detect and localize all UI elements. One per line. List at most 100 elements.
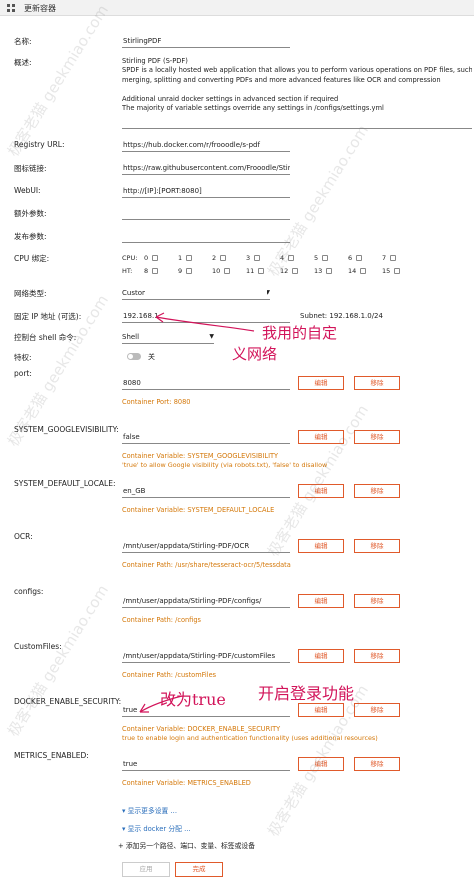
- cpu-checkbox-2[interactable]: 2: [212, 254, 227, 262]
- plus-icon: +: [118, 842, 126, 850]
- watermark: 极客老猫 geekmiao.com: [3, 1, 113, 160]
- redaction-box: [145, 287, 267, 299]
- default-locale-input[interactable]: en_GB: [122, 485, 290, 498]
- cpu-checkbox-11[interactable]: 11: [246, 267, 265, 275]
- google-visibility-input[interactable]: false: [122, 431, 290, 444]
- checkbox-icon: [152, 255, 159, 261]
- security-edit-button[interactable]: 编辑: [298, 703, 344, 717]
- cpu-checkbox-5[interactable]: 5: [314, 254, 329, 262]
- icon-url-input[interactable]: https://raw.githubusercontent.com/Froood…: [122, 162, 290, 175]
- google-remove-button[interactable]: 移除: [354, 430, 400, 444]
- show-docker-allocations-link[interactable]: ▾ 显示 docker 分配 ...: [122, 823, 191, 833]
- show-more-settings-link[interactable]: ▾ 显示更多设置 ...: [122, 805, 177, 815]
- add-another-link[interactable]: + 添加另一个路径、端口、变量、标签或设备: [118, 840, 255, 850]
- cpu-checkbox-6[interactable]: 6: [348, 254, 363, 262]
- overview-line: The majority of variable settings overri…: [122, 104, 384, 113]
- metrics-edit-button[interactable]: 编辑: [298, 757, 344, 771]
- network-type-label: 网络类型:: [14, 289, 47, 298]
- cpu-number: 11: [246, 267, 255, 275]
- cpu-checkbox-14[interactable]: 14: [348, 267, 367, 275]
- extra-params-label: 额外参数:: [14, 209, 47, 218]
- cpu-number: 13: [314, 267, 323, 275]
- overview-line: Additional unraid docker settings in adv…: [122, 94, 339, 103]
- cpu-checkbox-4[interactable]: 4: [280, 254, 295, 262]
- annotation-text: 改为true: [160, 690, 226, 709]
- cpu-checkbox-0[interactable]: 0: [144, 254, 159, 262]
- registry-input[interactable]: https://hub.docker.com/r/frooodle/s-pdf: [122, 139, 290, 152]
- cpu-checkbox-9[interactable]: 9: [178, 267, 193, 275]
- cpu-checkbox-13[interactable]: 13: [314, 267, 333, 275]
- cpu-number: 7: [382, 254, 387, 262]
- annotation-text: 我用的自定: [262, 324, 338, 342]
- webui-input[interactable]: http://[IP]:[PORT:8080]: [122, 185, 290, 198]
- cpu-pinning-label: CPU 绑定:: [14, 254, 50, 263]
- port-note: Container Port: 8080: [122, 398, 191, 406]
- privileged-label: 特权:: [14, 353, 32, 362]
- checkbox-icon: [186, 255, 193, 261]
- checkbox-icon: [152, 268, 159, 274]
- port-remove-button[interactable]: 移除: [354, 376, 400, 390]
- cpu-number: 8: [144, 267, 149, 275]
- ocr-edit-button[interactable]: 编辑: [298, 539, 344, 553]
- fixed-ip-label: 固定 IP 地址 (可选):: [14, 312, 82, 321]
- metrics-enabled-input[interactable]: true: [122, 758, 290, 771]
- ocr-label: OCR:: [14, 532, 33, 541]
- customfiles-input[interactable]: /mnt/user/appdata/Stirling-PDF/customFil…: [122, 650, 290, 663]
- checkbox-icon: [356, 255, 363, 261]
- security-desc: true to enable login and authentication …: [122, 734, 378, 742]
- cpu-checkbox-1[interactable]: 1: [178, 254, 193, 262]
- overview-underline: [122, 128, 472, 129]
- overview-text[interactable]: Stirling PDF (S-PDF) SPDF is a locally h…: [122, 57, 472, 113]
- cpu-checkbox-12[interactable]: 12: [280, 267, 299, 275]
- checkbox-icon: [224, 268, 231, 274]
- post-params-input[interactable]: [122, 230, 290, 243]
- customfiles-edit-button[interactable]: 编辑: [298, 649, 344, 663]
- checkbox-icon: [390, 255, 397, 261]
- checkbox-icon: [288, 255, 295, 261]
- port-label: port:: [14, 369, 32, 378]
- security-remove-button[interactable]: 移除: [354, 703, 400, 717]
- cpu-checkbox-7[interactable]: 7: [382, 254, 397, 262]
- cpu-number: 4: [280, 254, 285, 262]
- metrics-remove-button[interactable]: 移除: [354, 757, 400, 771]
- cpu-checkbox-10[interactable]: 10: [212, 267, 231, 275]
- cpu-row-prefix: CPU:: [122, 254, 138, 262]
- apply-button[interactable]: 应用: [122, 862, 170, 877]
- add-another-text: 添加另一个路径、端口、变量、标签或设备: [125, 842, 255, 850]
- extra-params-input[interactable]: [122, 207, 290, 220]
- done-button[interactable]: 完成: [175, 862, 223, 877]
- locale-note: Container Variable: SYSTEM_DEFAULT_LOCAL…: [122, 506, 275, 514]
- overview-line: [122, 85, 472, 94]
- cpu-checkbox-8[interactable]: 8: [144, 267, 159, 275]
- webui-label: WebUI:: [14, 186, 41, 195]
- registry-label: Registry URL:: [14, 140, 65, 149]
- configs-edit-button[interactable]: 编辑: [298, 594, 344, 608]
- checkbox-icon: [326, 268, 333, 274]
- console-shell-value: Shell: [122, 333, 140, 341]
- ocr-remove-button[interactable]: 移除: [354, 539, 400, 553]
- configs-remove-button[interactable]: 移除: [354, 594, 400, 608]
- google-edit-button[interactable]: 编辑: [298, 430, 344, 444]
- cpu-row: CPU: 0 1 2 3 4 5 6 7: [122, 254, 422, 264]
- ocr-input[interactable]: /mnt/user/appdata/Stirling-PDF/OCR: [122, 540, 290, 553]
- metrics-enabled-label: METRICS_ENABLED:: [14, 751, 89, 760]
- customfiles-remove-button[interactable]: 移除: [354, 649, 400, 663]
- locale-remove-button[interactable]: 移除: [354, 484, 400, 498]
- cpu-checkbox-15[interactable]: 15: [382, 267, 401, 275]
- configs-input[interactable]: /mnt/user/appdata/Stirling-PDF/configs/: [122, 595, 290, 608]
- customfiles-label: CustomFiles:: [14, 642, 62, 651]
- cpu-checkbox-3[interactable]: 3: [246, 254, 261, 262]
- locale-edit-button[interactable]: 编辑: [298, 484, 344, 498]
- customfiles-note: Container Path: /customFiles: [122, 671, 217, 679]
- configs-label: configs:: [14, 587, 44, 596]
- name-input[interactable]: StirlingPDF: [122, 35, 290, 48]
- overview-line: merging, splitting and converting PDFs a…: [122, 75, 441, 84]
- cpu-number: 14: [348, 267, 357, 275]
- cpu-number: 2: [212, 254, 217, 262]
- privileged-toggle[interactable]: [127, 353, 141, 360]
- cpu-number: 9: [178, 267, 183, 275]
- port-input[interactable]: 8080: [122, 377, 290, 390]
- title-bar: 更新容器: [0, 0, 474, 16]
- overview-line: Stirling PDF (S-PDF): [122, 57, 188, 65]
- port-edit-button[interactable]: 编辑: [298, 376, 344, 390]
